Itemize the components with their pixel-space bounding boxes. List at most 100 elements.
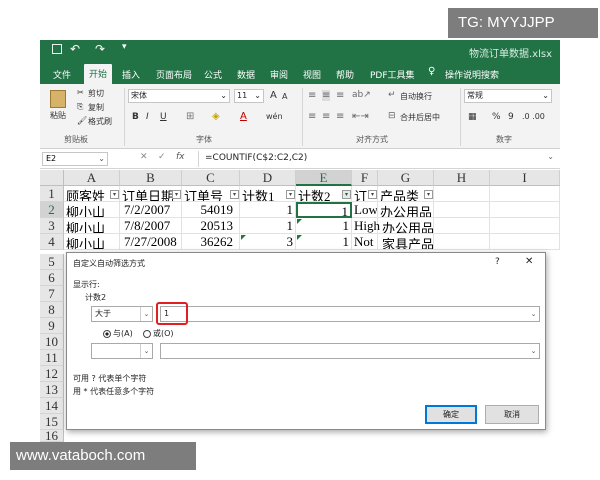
filter-dropdown-g[interactable]: ▾ xyxy=(424,190,433,199)
tab-formulas[interactable]: 公式 xyxy=(199,65,227,84)
row-header-3[interactable]: 3 xyxy=(40,218,64,234)
redo-icon[interactable]: ↷ xyxy=(95,42,105,56)
cell-i4[interactable] xyxy=(490,234,560,250)
column-header-d[interactable]: D xyxy=(240,170,296,186)
filter-dropdown-d[interactable]: ▾ xyxy=(286,190,295,199)
cell-order-no[interactable]: 36262 xyxy=(182,234,240,250)
cell-priority[interactable]: Not xyxy=(352,234,378,250)
ok-button[interactable]: 确定 xyxy=(425,405,477,424)
cell-h3[interactable] xyxy=(434,218,490,234)
grow-font-button[interactable]: A xyxy=(270,90,277,101)
cell-count2[interactable]: 1 xyxy=(296,218,352,234)
italic-button[interactable]: I xyxy=(146,112,149,122)
cell-order-date[interactable]: 7/27/2008 xyxy=(120,234,182,250)
merge-center-button[interactable]: 合并后居中 xyxy=(400,112,440,123)
column-header-i[interactable]: I xyxy=(490,170,560,186)
and-radio[interactable]: 与(A) xyxy=(103,328,133,339)
align-center-icon[interactable]: ≡ xyxy=(322,111,330,122)
decimal-icon[interactable]: .0 .00 xyxy=(522,112,545,121)
row-header-14[interactable]: 14 xyxy=(40,398,64,414)
row-header-7[interactable]: 7 xyxy=(40,286,64,302)
cell-product-type[interactable]: 办公用品 xyxy=(378,202,434,218)
column-header-g[interactable]: G xyxy=(378,170,434,186)
cell-count2[interactable]: 1 xyxy=(296,234,352,250)
fill-color-icon[interactable]: ◈ xyxy=(212,111,220,122)
cell-customer[interactable]: 柳小山 xyxy=(64,234,120,250)
operator2-select[interactable]: ⌄ xyxy=(91,343,153,359)
font-size-select[interactable]: 11 ⌄ xyxy=(234,89,264,103)
customize-qat-icon[interactable]: ▾ xyxy=(122,42,127,52)
cell-priority[interactable]: High xyxy=(352,218,380,234)
comma-button[interactable]: 9 xyxy=(508,112,514,122)
cell-product-type[interactable]: 家具产品 xyxy=(378,234,434,250)
accounting-icon[interactable]: ▦ xyxy=(468,112,477,122)
value2-input[interactable]: ⌄ xyxy=(160,343,540,359)
cell-count2-selected[interactable]: 1 xyxy=(296,202,352,218)
tab-page-layout[interactable]: 页面布局 xyxy=(151,65,197,84)
filter-dropdown-b[interactable]: ▾ xyxy=(172,190,181,199)
select-all-corner[interactable] xyxy=(40,170,64,186)
filter-dropdown-f[interactable]: ▾ xyxy=(368,190,377,199)
copy-button[interactable]: 复制 xyxy=(88,102,104,113)
or-radio[interactable]: 或(O) xyxy=(143,328,174,339)
align-left-icon[interactable]: ≡ xyxy=(308,111,316,122)
tab-home[interactable]: 开始 xyxy=(84,64,113,85)
tab-pdf-tools[interactable]: PDF工具集 xyxy=(365,65,420,84)
cell-i2[interactable] xyxy=(490,202,560,218)
align-top-icon[interactable]: ≡ xyxy=(308,90,316,101)
tab-data[interactable]: 数据 xyxy=(232,65,260,84)
row-header-11[interactable]: 11 xyxy=(40,350,64,366)
format-painter-button[interactable]: 格式刷 xyxy=(88,116,112,127)
cut-button[interactable]: 剪切 xyxy=(88,88,104,99)
borders-icon[interactable]: ⊞ xyxy=(186,111,194,122)
cell-count1[interactable]: 3 xyxy=(240,234,296,250)
phonetic-button[interactable]: wén xyxy=(266,112,283,121)
tab-help[interactable]: 帮助 xyxy=(331,65,359,84)
filter-dropdown-e[interactable]: ▾ xyxy=(342,190,351,199)
tab-insert[interactable]: 插入 xyxy=(117,65,145,84)
row-header-16[interactable]: 16 xyxy=(40,429,64,442)
insert-function-icon[interactable]: fx xyxy=(176,152,185,162)
undo-icon[interactable]: ↶ xyxy=(70,42,80,56)
row-header-12[interactable]: 12 xyxy=(40,366,64,382)
cancel-formula-icon[interactable]: ✕ xyxy=(140,152,148,162)
cell-customer[interactable]: 柳小山 xyxy=(64,202,120,218)
cell-customer[interactable]: 柳小山 xyxy=(64,218,120,234)
row-header-10[interactable]: 10 xyxy=(40,334,64,350)
tab-file[interactable]: 文件 xyxy=(48,65,76,84)
formula-input[interactable]: =COUNTIF(C$2:C2,C2) xyxy=(205,153,307,163)
row-header-6[interactable]: 6 xyxy=(40,270,64,286)
cell-order-date[interactable]: 7/2/2007 xyxy=(120,202,182,218)
cancel-button[interactable]: 取消 xyxy=(485,405,539,424)
tell-me-search[interactable]: 操作说明搜索 xyxy=(440,65,504,84)
column-header-b[interactable]: B xyxy=(120,170,182,186)
cell-count1[interactable]: 1 xyxy=(240,202,296,218)
row-header-8[interactable]: 8 xyxy=(40,302,64,318)
row-header-2[interactable]: 2 xyxy=(40,202,64,218)
column-header-e[interactable]: E xyxy=(296,170,352,186)
name-box[interactable]: E2 ⌄ xyxy=(42,152,108,166)
column-header-a[interactable]: A xyxy=(64,170,120,186)
cell-priority[interactable]: Low xyxy=(352,202,378,218)
save-icon[interactable] xyxy=(52,44,62,54)
tab-view[interactable]: 视图 xyxy=(298,65,326,84)
font-color-button[interactable]: A xyxy=(240,111,247,122)
shrink-font-button[interactable]: A xyxy=(282,92,287,101)
column-header-c[interactable]: C xyxy=(182,170,240,186)
help-button[interactable]: ? xyxy=(495,257,500,267)
cell-i3[interactable] xyxy=(490,218,560,234)
paste-button[interactable]: 粘贴 xyxy=(50,110,66,121)
underline-button[interactable]: U xyxy=(160,112,167,122)
bold-button[interactable]: B xyxy=(132,112,139,122)
row-header-4[interactable]: 4 xyxy=(40,234,64,250)
font-name-select[interactable]: 宋体 ⌄ xyxy=(128,89,230,103)
cell-count1[interactable]: 1 xyxy=(240,218,296,234)
close-icon[interactable]: ✕ xyxy=(525,256,533,267)
error-indicator-icon[interactable] xyxy=(297,219,302,224)
error-indicator-icon[interactable] xyxy=(241,235,246,240)
operator1-select[interactable]: 大于 ⌄ xyxy=(91,306,153,322)
filter-dropdown-c[interactable]: ▾ xyxy=(230,190,239,199)
orientation-icon[interactable]: ab↗ xyxy=(352,90,371,100)
cell-h1[interactable] xyxy=(434,186,490,202)
cell-i1[interactable] xyxy=(490,186,560,202)
